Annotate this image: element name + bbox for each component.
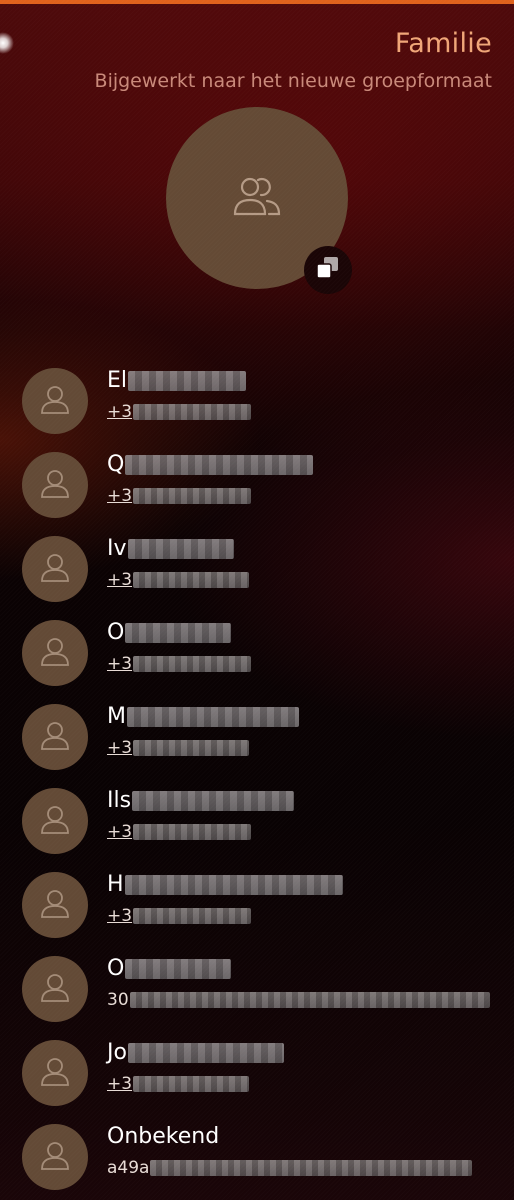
- person-icon: [38, 1054, 72, 1092]
- notification-light: [0, 32, 14, 54]
- top-accent-bar: [0, 0, 514, 4]
- member-number[interactable]: +3: [107, 1074, 250, 1094]
- member-name-text: H: [107, 872, 124, 897]
- member-number-text: +3: [107, 738, 133, 758]
- member-number[interactable]: +3: [107, 570, 250, 590]
- person-icon: [38, 634, 72, 672]
- avatar: [22, 704, 88, 770]
- member-name-text: Q: [107, 452, 125, 477]
- member-number: a49a: [107, 1158, 473, 1178]
- redacted-name: [124, 874, 343, 895]
- member-name-text: El: [107, 368, 128, 393]
- member-row[interactable]: M +3: [0, 684, 514, 770]
- person-icon: [38, 382, 72, 420]
- redacted-number: [133, 656, 252, 672]
- member-name: O: [107, 956, 232, 981]
- member-name: O: [107, 620, 232, 645]
- person-icon: [38, 970, 72, 1008]
- member-number[interactable]: +3: [107, 906, 252, 926]
- member-number[interactable]: +3: [107, 822, 252, 842]
- member-row[interactable]: H +3: [0, 852, 514, 938]
- member-name: H: [107, 872, 343, 897]
- group-icon: [231, 174, 283, 222]
- member-number-text: +3: [107, 570, 133, 590]
- person-icon: [38, 466, 72, 504]
- member-name-text: O: [107, 956, 125, 981]
- person-icon: [38, 802, 72, 840]
- member-number-text: +3: [107, 822, 133, 842]
- member-row[interactable]: Jo +3: [0, 1020, 514, 1106]
- avatar: [22, 536, 88, 602]
- redacted-number: [133, 572, 250, 588]
- member-number[interactable]: +3: [107, 402, 252, 422]
- member-number: 30: [107, 990, 490, 1010]
- person-icon: [38, 886, 72, 924]
- member-name-text: Iv: [107, 536, 127, 561]
- redacted-name: [128, 370, 247, 391]
- redacted-name: [125, 958, 232, 979]
- member-number-text: +3: [107, 402, 133, 422]
- redacted-name: [125, 622, 232, 643]
- avatar: [22, 956, 88, 1022]
- redacted-number: [133, 488, 252, 504]
- redacted-number: [133, 740, 250, 756]
- redacted-name: [127, 538, 234, 559]
- redacted-number: [133, 404, 252, 420]
- member-name-text: M: [107, 704, 126, 729]
- member-name-text: Onbekend: [107, 1124, 220, 1149]
- avatar: [22, 788, 88, 854]
- avatar: [22, 1040, 88, 1106]
- member-number[interactable]: +3: [107, 738, 250, 758]
- member-number-text: +3: [107, 654, 133, 674]
- member-number[interactable]: +3: [107, 486, 252, 506]
- member-name: Iv: [107, 536, 234, 561]
- copy-icon: [313, 253, 343, 287]
- redacted-name: [125, 454, 314, 475]
- avatar: [22, 872, 88, 938]
- member-list: El +3 Q +3 Iv +3 O +3 M +3 Ils +3 H +3 O 30 Jo +3 Onbekend…: [0, 348, 514, 1190]
- redacted-name: [132, 790, 295, 811]
- member-row[interactable]: Iv +3: [0, 516, 514, 602]
- member-row[interactable]: Onbekend a49a: [0, 1104, 514, 1190]
- member-row[interactable]: Ils +3: [0, 768, 514, 854]
- member-row[interactable]: Q +3: [0, 432, 514, 518]
- member-name-text: Jo: [107, 1040, 127, 1065]
- redacted-number: [133, 824, 252, 840]
- member-name: Q: [107, 452, 314, 477]
- member-number[interactable]: +3: [107, 654, 252, 674]
- group-details-screen: Familie Bijgewerkt naar het nieuwe groep…: [0, 0, 514, 1200]
- member-row[interactable]: El +3: [0, 348, 514, 434]
- redacted-number: [133, 908, 252, 924]
- member-number-text: +3: [107, 1074, 133, 1094]
- member-name: Ils: [107, 788, 295, 813]
- member-name: M: [107, 704, 299, 729]
- member-name-text: Ils: [107, 788, 132, 813]
- member-name: Onbekend: [107, 1124, 219, 1149]
- avatar: [22, 1124, 88, 1190]
- group-title: Familie: [394, 28, 492, 59]
- person-icon: [38, 718, 72, 756]
- member-name-text: O: [107, 620, 125, 645]
- member-name: El: [107, 368, 247, 393]
- redacted-number: [150, 1160, 473, 1176]
- member-number-text: +3: [107, 906, 133, 926]
- member-number-text: a49a: [107, 1158, 150, 1178]
- person-icon: [38, 1138, 72, 1176]
- member-row[interactable]: O +3: [0, 600, 514, 686]
- member-number-text: 30: [107, 990, 129, 1010]
- person-icon: [38, 550, 72, 588]
- member-name: Jo: [107, 1040, 284, 1065]
- redacted-name: [126, 706, 299, 727]
- group-subtitle: Bijgewerkt naar het nieuwe groepformaat: [94, 70, 492, 92]
- avatar: [22, 452, 88, 518]
- avatar: [22, 368, 88, 434]
- redacted-number: [129, 992, 490, 1008]
- member-row[interactable]: O 30: [0, 936, 514, 1022]
- redacted-number: [133, 1076, 250, 1092]
- redacted-name: [127, 1042, 284, 1063]
- avatar: [22, 620, 88, 686]
- member-number-text: +3: [107, 486, 133, 506]
- copy-button[interactable]: [304, 246, 352, 294]
